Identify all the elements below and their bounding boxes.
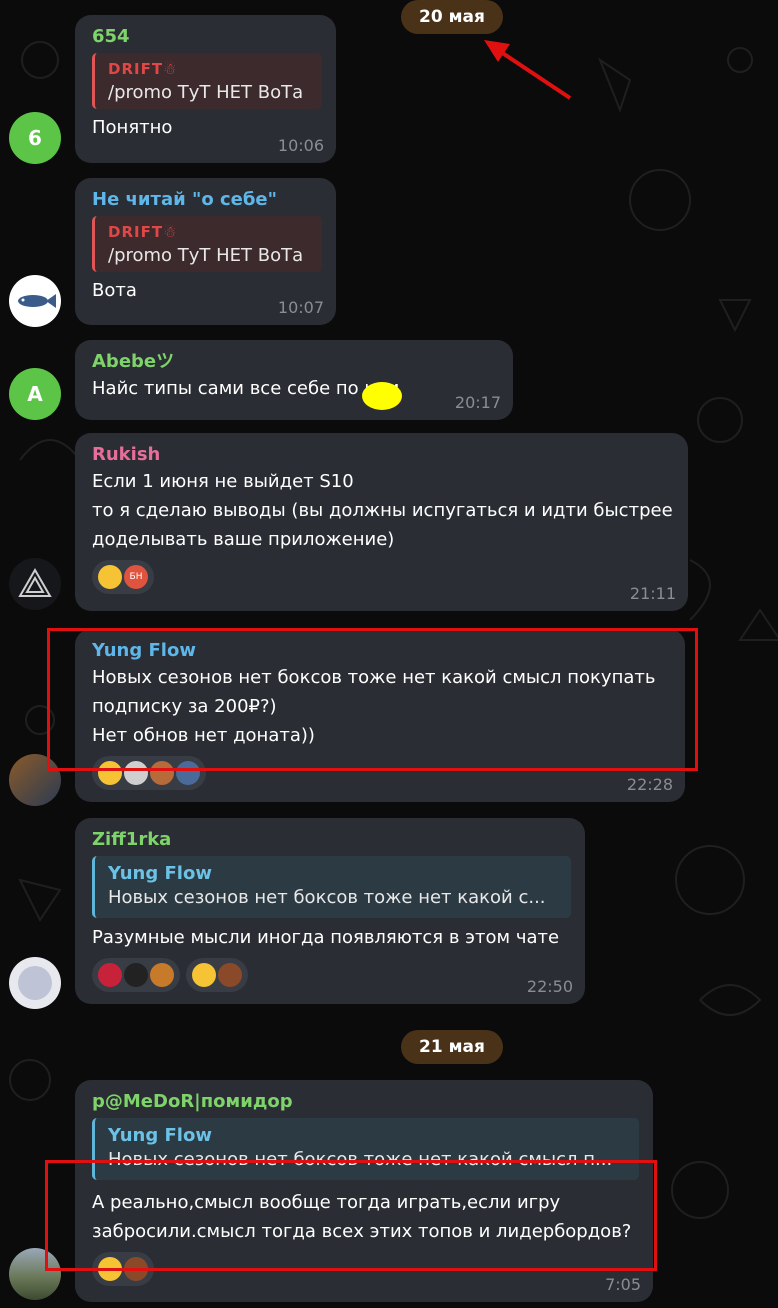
reaction-chip[interactable] xyxy=(186,958,248,992)
reply-text: Новых сезонов нет боксов тоже нет какой … xyxy=(108,887,546,908)
message-time: 7:05 xyxy=(605,1275,641,1294)
reply-sender: DRIFT☃ xyxy=(108,223,178,241)
date-label: 21 мая xyxy=(419,1037,485,1057)
reply-quote[interactable]: DRIFT☃ /promo ТуТ НЕТ ВоТа xyxy=(92,216,322,272)
message-time: 22:28 xyxy=(626,775,673,794)
sender-name[interactable]: Ziff1rka xyxy=(92,828,571,852)
message-text: то я сделаю выводы (вы должны испугаться… xyxy=(92,500,673,521)
reply-sender: Yung Flow xyxy=(108,1125,212,1146)
reply-text: /promo ТуТ НЕТ ВоТа xyxy=(108,245,304,266)
reactions-bar: БН xyxy=(92,560,674,594)
censor-blot xyxy=(362,382,402,410)
grin-emoji-icon xyxy=(192,963,216,987)
sender-name[interactable]: 654 xyxy=(92,25,322,49)
message-text: Если 1 июня не выйдет S10 xyxy=(92,471,354,492)
reply-text: /promo ТуТ НЕТ ВоТа xyxy=(108,82,304,103)
message-time: 21:11 xyxy=(629,584,676,603)
laughing-emoji-icon xyxy=(98,565,122,589)
message-bubble[interactable]: Ziff1rka Yung Flow Новых сезонов нет бок… xyxy=(75,818,585,1004)
avatar[interactable]: 6 xyxy=(9,112,61,164)
sender-name[interactable]: Не читай "о себе" xyxy=(92,188,322,212)
sender-name[interactable]: p@MeDoR|помидор xyxy=(92,1090,639,1114)
fish-logo-icon xyxy=(18,294,56,308)
sender-name[interactable]: Abebeツ xyxy=(92,350,499,374)
message-text: доделывать ваше приложение) xyxy=(92,529,395,550)
message-time: 10:06 xyxy=(277,136,324,155)
reactor-avatar xyxy=(218,963,242,987)
message-time: 10:07 xyxy=(277,298,324,317)
sender-name[interactable]: Rukish xyxy=(92,443,674,467)
avatar[interactable] xyxy=(9,275,61,327)
triangle-logo-icon xyxy=(18,567,52,597)
reaction-chip[interactable]: БН xyxy=(92,560,154,594)
avatar[interactable]: A xyxy=(9,368,61,420)
message-time: 20:17 xyxy=(454,393,501,412)
highlight-box xyxy=(47,628,698,771)
message-bubble[interactable]: Rukish Если 1 июня не выйдет S10 то я сд… xyxy=(75,433,688,611)
avatar[interactable] xyxy=(9,957,61,1009)
heart-emoji-icon xyxy=(98,963,122,987)
date-separator: 21 мая xyxy=(401,1030,503,1064)
message-bubble[interactable]: 654 DRIFT☃ /promo ТуТ НЕТ ВоТа Понятно 1… xyxy=(75,15,336,163)
reply-sender: Yung Flow xyxy=(108,863,212,884)
anime-avatar-icon xyxy=(18,966,52,1000)
date-separator: 20 мая xyxy=(401,0,503,34)
reactor-avatar xyxy=(124,963,148,987)
annotation-arrow xyxy=(484,40,572,100)
avatar[interactable] xyxy=(9,558,61,610)
reply-sender: DRIFT☃ xyxy=(108,60,178,78)
reply-quote[interactable]: Yung Flow Новых сезонов нет боксов тоже … xyxy=(92,856,571,918)
message-text: Разумные мысли иногда появляются в этом … xyxy=(92,927,560,948)
reactor-avatar: БН xyxy=(124,565,148,589)
message-bubble[interactable]: Не читай "о себе" DRIFT☃ /promo ТуТ НЕТ … xyxy=(75,178,336,325)
message-time: 22:50 xyxy=(526,977,573,996)
date-label: 20 мая xyxy=(419,7,485,27)
highlight-box xyxy=(45,1160,657,1271)
reaction-chip[interactable] xyxy=(92,958,180,992)
message-bubble[interactable]: Abebeツ Найс типы сами все себе по или 20… xyxy=(75,340,513,420)
reactions-bar xyxy=(92,958,571,992)
reply-quote[interactable]: DRIFT☃ /promo ТуТ НЕТ ВоТа xyxy=(92,53,322,109)
message-text: Найс типы сами все себе по или xyxy=(92,378,400,399)
reactor-avatar xyxy=(150,963,174,987)
